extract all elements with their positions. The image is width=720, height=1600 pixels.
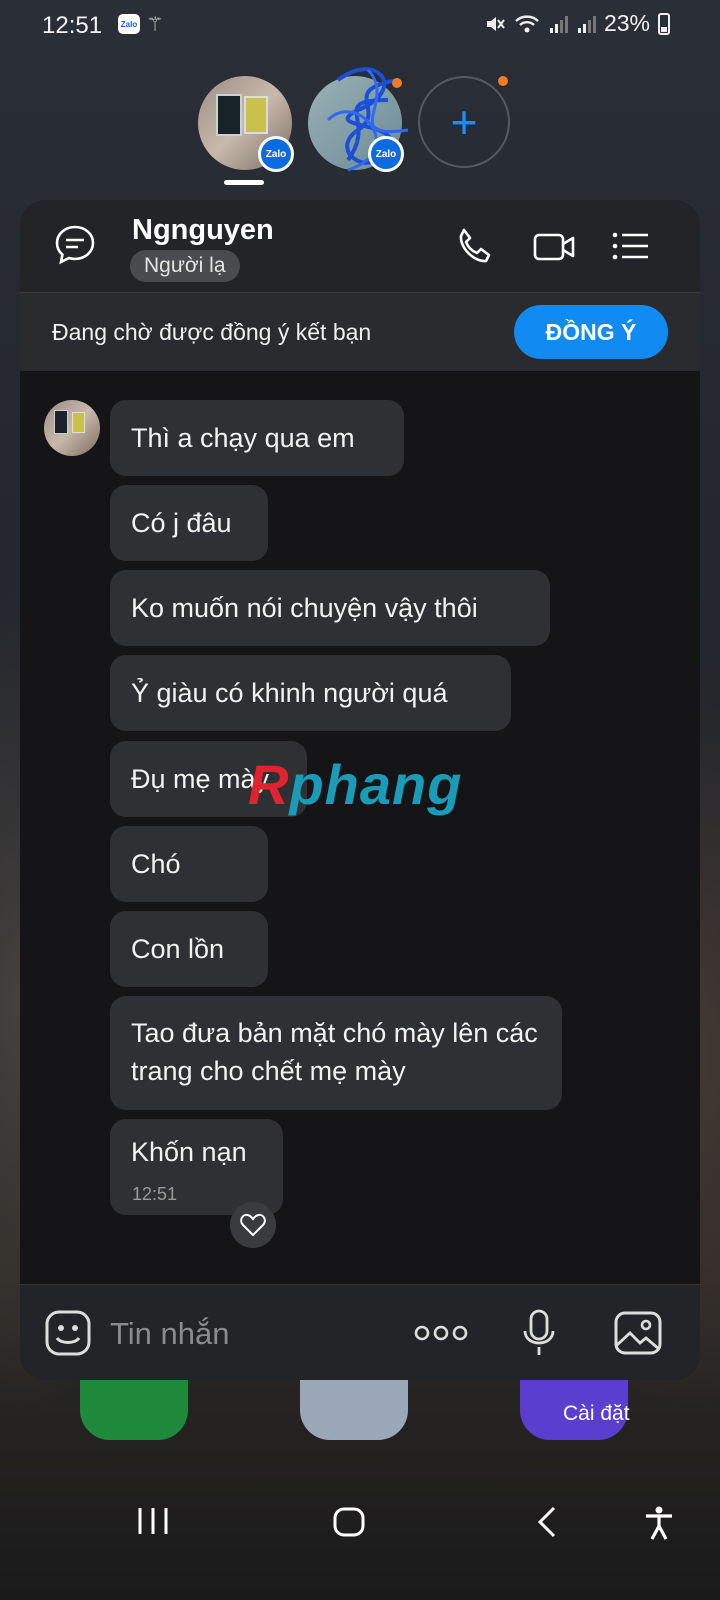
contact-name[interactable]: Ngnguyen — [132, 214, 274, 247]
message-bubble[interactable]: Con lồn — [110, 911, 268, 987]
accessibility-icon[interactable] — [644, 1506, 674, 1540]
more-options-icon[interactable] — [414, 1315, 468, 1351]
zalo-badge: Zalo — [258, 136, 294, 172]
sender-avatar[interactable] — [44, 400, 100, 456]
react-heart-button[interactable] — [230, 1202, 276, 1248]
message-bubble[interactable]: Có j đâu — [110, 485, 268, 561]
message-bubble-last[interactable]: Khốn nạn 12:51 — [110, 1119, 283, 1215]
phone-icon[interactable] — [454, 226, 494, 266]
zalo-badge: Zalo — [368, 136, 404, 172]
battery-percent: 23% — [603, 10, 650, 36]
phone-app-icon[interactable] — [80, 1380, 188, 1440]
gallery-icon[interactable] — [614, 1311, 662, 1355]
microphone-icon[interactable] — [522, 1309, 556, 1357]
stranger-tag: Người lạ — [130, 250, 240, 282]
video-call-icon[interactable] — [532, 226, 576, 266]
chat-header: Ngnguyen Người lạ — [20, 200, 700, 292]
message-bubble[interactable]: Tao đưa bản mặt chó mày lên các trang ch… — [110, 996, 562, 1110]
message-text: Khốn nạn — [131, 1137, 247, 1167]
status-time: 12:51 — [42, 12, 103, 39]
back-icon[interactable] — [536, 1506, 558, 1538]
notify-dot — [392, 78, 402, 88]
message-bubble[interactable]: Ko muốn nói chuyện vậy thôi — [110, 570, 550, 646]
notify-dot — [498, 76, 508, 86]
message-input[interactable] — [108, 1307, 362, 1361]
status-bar: 12:51 Zalo ⚚ 23% — [0, 0, 720, 52]
settings-app-label[interactable]: Cài đặt — [563, 1402, 630, 1426]
signal-icon-1 — [549, 15, 568, 33]
watermark-logo: Rphang — [248, 753, 463, 816]
signal-icon-2 — [577, 15, 596, 33]
add-chat-head-button[interactable]: + — [418, 76, 510, 168]
message-bubble[interactable]: Ỷ giàu có khinh người quá — [110, 655, 511, 731]
mute-icon — [486, 16, 505, 31]
chat-panel: Ngnguyen Người lạ Đang chờ được đồng ý k… — [20, 200, 700, 1380]
chat-bubble-icon[interactable] — [54, 224, 96, 266]
sticker-icon[interactable] — [44, 1309, 92, 1357]
heart-icon — [240, 1213, 266, 1237]
zalo-notification-icon: Zalo — [118, 14, 140, 34]
messages-app-icon[interactable] — [300, 1380, 408, 1440]
battery-icon — [658, 12, 670, 35]
wifi-icon — [515, 14, 539, 32]
composer-bar — [20, 1284, 700, 1380]
friend-request-bar: Đang chờ được đồng ý kết bạn ĐỒNG Ý — [20, 292, 700, 371]
scribble-overlay — [326, 67, 409, 172]
pending-text: Đang chờ được đồng ý kết bạn — [52, 319, 372, 345]
magic-wand-icon: ⚚ — [146, 14, 164, 36]
recent-apps-icon[interactable] — [136, 1506, 170, 1536]
message-bubble[interactable]: Thì a chạy qua em — [110, 400, 404, 476]
message-bubble[interactable]: Chó — [110, 826, 268, 902]
menu-list-icon[interactable] — [610, 226, 650, 266]
home-icon[interactable] — [332, 1506, 366, 1538]
active-head-indicator — [224, 180, 264, 185]
message-time: 12:51 — [132, 1184, 178, 1204]
navigation-bar — [0, 1480, 720, 1600]
status-icons: 23% — [484, 10, 670, 37]
accept-button[interactable]: ĐỒNG Ý — [514, 305, 668, 359]
